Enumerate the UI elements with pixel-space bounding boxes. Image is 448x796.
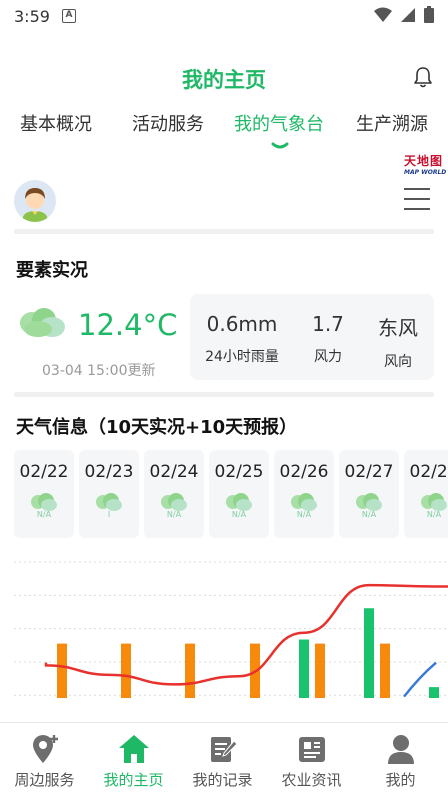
forecast-date: 02/23 [84,462,134,482]
wifi-icon [374,7,392,22]
stat-wind-force: 1.7 风力 [298,294,358,366]
tab-activity-service[interactable]: 活动服务 [132,110,204,136]
forecast-date: 02/24 [149,462,199,482]
nav-home[interactable]: 我的主页 [89,723,178,796]
forecast-rain: N/A [361,510,377,519]
logo-bottom-text: MAP WORLD [404,169,447,176]
nav-label-mine: 我的 [385,771,416,789]
rainfall-label: 24小时雨量 [205,349,279,365]
stat-wind-direction: 东风 风向 [366,294,430,371]
elements-title: 要素实况 [16,260,88,281]
header: 我的主页 [0,58,448,98]
tab-production-trace[interactable]: 生产溯源 [356,110,428,136]
weather-stats-box: 0.6mm 24小时雨量 1.7 风力 东风 风向 [190,294,434,380]
nav-mine[interactable]: 我的 [356,723,445,796]
nav-agri-news[interactable]: 农业资讯 [267,723,356,796]
cloudy-small-icon [356,493,382,511]
cloudy-small-icon [226,493,252,511]
forecast-date: 02/22 [19,462,69,482]
forecast-date: 02/25 [214,462,264,482]
notification-a-icon: A [61,9,76,23]
top-tabs: 基本概况 活动服务 我的气象台 生产溯源 [0,106,448,150]
forecast-rain: N/A [231,510,247,519]
forecast-rain: N/A [296,510,312,519]
update-time: 03-04 15:00更新 [42,363,156,379]
avatar[interactable] [14,180,56,222]
nav-label-records: 我的记录 [192,771,253,789]
forecast-rain: N/A [166,510,182,519]
nav-label-nearby: 周边服务 [14,771,75,789]
tab-active-indicator [271,142,289,149]
forecast-date: 02/27 [344,462,394,482]
cloudy-small-icon [291,493,317,511]
wind-force-label: 风力 [314,349,342,365]
cloudy-small-icon [96,493,122,511]
rainfall-value: 0.6mm [206,312,278,336]
current-temperature: 12.4°C [78,308,178,342]
forecast-day-card[interactable]: 02/23 I [79,450,139,538]
nav-label-home: 我的主页 [103,771,164,789]
forecast-title: 天气信息（10天实况+10天预报） [16,417,298,438]
status-bar: 3:59 A [0,0,448,32]
forecast-day-card[interactable]: 02/26 N/A [274,450,334,538]
cloudy-small-icon [161,493,187,511]
location-plus-icon [32,735,58,763]
menu-icon[interactable] [404,188,430,210]
nav-nearby-services[interactable]: 周边服务 [0,723,89,796]
divider-middle [14,392,434,397]
page-title: 我的主页 [182,68,266,92]
chart-bar-green [299,639,309,698]
cloudy-small-icon [31,493,57,511]
home-icon [118,735,149,763]
status-icons [374,6,434,23]
forecast-date: 02/26 [279,462,329,482]
wind-direction-label: 风向 [384,354,412,370]
record-edit-icon [210,737,238,762]
forecast-rain: I [107,510,111,519]
avatar-face-icon [22,188,48,222]
forecast-cards: 02/22 N/A 02/23 I 02/24 N/A 02/25 N/A 02/26 N/A 02… [14,450,448,542]
forecast-day-card[interactable]: 02/28N/A [404,450,448,538]
bottom-nav: 周边服务 我的主页 我的记录 农业资讯 我的 [0,722,448,796]
chart-bar-orange [121,643,131,698]
weather-chart [14,561,448,698]
logo-top-text: 天地图 [404,154,444,168]
tab-my-weather-station[interactable]: 我的气象台 [234,110,324,136]
bell-icon[interactable] [414,66,432,88]
wind-force-value: 1.7 [312,312,344,336]
nav-label-news: 农业资讯 [281,771,342,789]
chart-bar-orange [185,643,195,698]
battery-icon [424,6,434,23]
cloudy-weather-icon [20,308,65,337]
forecast-day-card[interactable]: 02/25 N/A [209,450,269,538]
forecast-day-card[interactable]: 02/24 N/A [144,450,204,538]
forecast-day-card[interactable]: 02/22 N/A [14,450,74,538]
forecast-day-card[interactable]: 02/27 N/A [339,450,399,538]
forecast-date: 02/28 [409,462,448,482]
news-icon [298,737,325,762]
map-world-logo: 天地图 MAP WORLD [404,152,448,182]
cloudy-small-icon [421,493,447,511]
wind-direction-value: 东风 [378,316,418,340]
chart-bar-orange [380,643,390,698]
chart-bar-orange [57,643,67,698]
status-time: 3:59 [14,6,50,26]
chart-bar-orange [315,643,325,698]
signal-icon [401,7,415,22]
forecast-rain: N/A [36,510,52,519]
user-icon [387,735,414,764]
tab-overview[interactable]: 基本概况 [20,110,92,136]
divider-top [14,229,434,234]
chart-bar-green [364,608,374,698]
chart-bar-green [429,687,439,698]
nav-my-records[interactable]: 我的记录 [178,723,267,796]
stat-rainfall: 0.6mm 24小时雨量 [200,294,284,366]
